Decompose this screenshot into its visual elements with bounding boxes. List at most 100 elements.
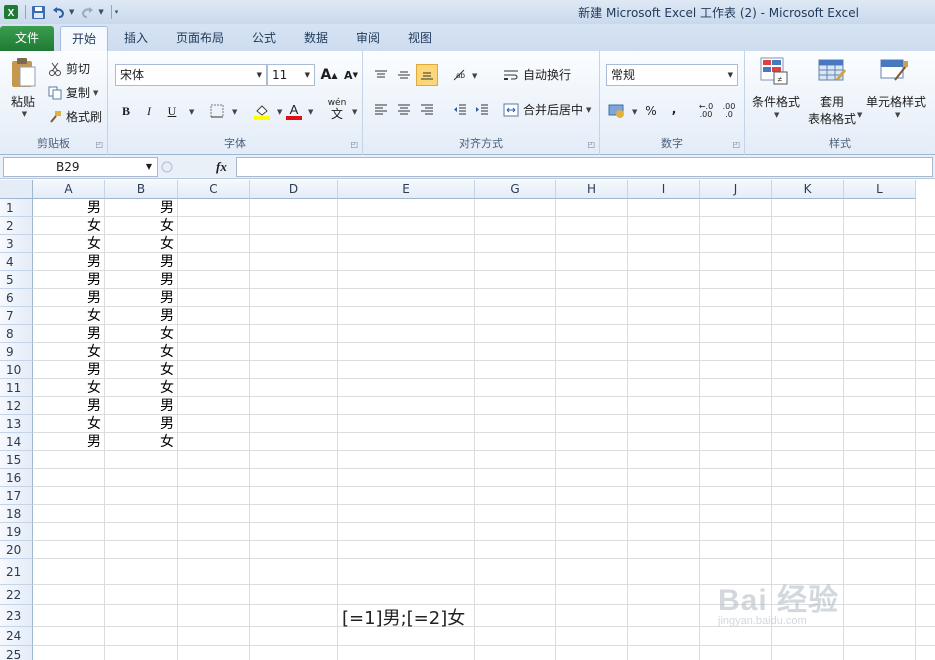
row-header-10[interactable]: 10 — [0, 361, 33, 379]
name-box[interactable]: B29 ▼ — [3, 157, 158, 177]
formula-input[interactable] — [236, 157, 933, 177]
comma-button[interactable]: , — [663, 98, 685, 120]
accounting-format-button[interactable] — [606, 100, 628, 122]
tab-formulas[interactable]: 公式 — [242, 26, 286, 51]
row-header-7[interactable]: 7 — [0, 307, 33, 325]
cell-b7[interactable]: 男 — [105, 307, 177, 325]
cell-a13[interactable]: 女 — [33, 415, 104, 433]
cell-b12[interactable]: 男 — [105, 397, 177, 415]
tab-review[interactable]: 审阅 — [346, 26, 390, 51]
font-name-dropdown-icon[interactable]: ▼ — [257, 65, 262, 85]
row-header-2[interactable]: 2 — [0, 217, 33, 235]
row-header-1[interactable]: 1 — [0, 199, 33, 217]
cell-a4[interactable]: 男 — [33, 253, 104, 271]
cell-b11[interactable]: 女 — [105, 379, 177, 397]
merge-center-button[interactable]: 合并后居中 ▼ — [503, 101, 591, 118]
excel-logo-icon[interactable]: X — [2, 3, 20, 21]
cell-b9[interactable]: 女 — [105, 343, 177, 361]
row-header-14[interactable]: 14 — [0, 433, 33, 451]
cell-a12[interactable]: 男 — [33, 397, 104, 415]
column-header-k[interactable]: K — [772, 180, 844, 199]
percent-button[interactable]: % — [640, 100, 662, 122]
name-box-dropdown-icon[interactable]: ▼ — [146, 158, 152, 176]
tab-view[interactable]: 视图 — [398, 26, 442, 51]
cell-b5[interactable]: 男 — [105, 271, 177, 289]
number-format-combo[interactable]: 常规 ▼ — [606, 64, 738, 86]
underline-dropdown-icon[interactable]: ▼ — [189, 108, 194, 116]
worksheet-grid[interactable]: A B C D E G H I J K L 1 2 3 4 5 6 7 8 9 10 11 12 13 14 15 16 17 18 19… — [0, 180, 935, 660]
column-header-e[interactable]: E — [338, 180, 475, 199]
accounting-dropdown-icon[interactable]: ▼ — [632, 108, 637, 116]
cell-b14[interactable]: 女 — [105, 433, 177, 451]
font-name-combo[interactable]: 宋体 ▼ — [115, 64, 267, 86]
cell-a6[interactable]: 男 — [33, 289, 104, 307]
tab-data[interactable]: 数据 — [294, 26, 338, 51]
merge-center-dropdown-icon[interactable]: ▼ — [586, 106, 591, 114]
customize-qat-icon[interactable]: ▾ — [115, 8, 119, 16]
row-header-4[interactable]: 4 — [0, 253, 33, 271]
table-format-line1[interactable]: 套用 — [805, 93, 859, 110]
font-size-combo[interactable]: 11 ▼ — [267, 64, 315, 86]
table-format-icon[interactable] — [817, 56, 847, 89]
phonetic-dropdown-icon[interactable]: ▼ — [352, 108, 357, 116]
cell-a9[interactable]: 女 — [33, 343, 104, 361]
row-header-17[interactable]: 17 — [0, 487, 33, 505]
phonetic-button[interactable]: wén 文 — [326, 98, 348, 120]
cell-b2[interactable]: 女 — [105, 217, 177, 235]
insert-function-button[interactable]: fx — [216, 159, 227, 175]
row-header-19[interactable]: 19 — [0, 523, 33, 541]
row-header-5[interactable]: 5 — [0, 271, 33, 289]
cell-b4[interactable]: 男 — [105, 253, 177, 271]
row-header-24[interactable]: 24 — [0, 627, 33, 646]
row-header-18[interactable]: 18 — [0, 505, 33, 523]
cell-b10[interactable]: 女 — [105, 361, 177, 379]
row-header-3[interactable]: 3 — [0, 235, 33, 253]
font-size-dropdown-icon[interactable]: ▼ — [305, 65, 310, 85]
tab-page-layout[interactable]: 页面布局 — [166, 26, 234, 51]
cell-b13[interactable]: 男 — [105, 415, 177, 433]
copy-button[interactable]: 复制 ▼ — [48, 84, 98, 101]
row-header-8[interactable]: 8 — [0, 325, 33, 343]
row-header-20[interactable]: 20 — [0, 541, 33, 559]
fill-color-dropdown-icon[interactable]: ▼ — [277, 108, 282, 116]
table-format-button[interactable]: 表格格式 — [801, 110, 863, 127]
orientation-button[interactable]: ab — [449, 64, 471, 86]
row-header-21[interactable]: 21 — [0, 559, 33, 585]
column-header-c[interactable]: C — [178, 180, 250, 199]
tab-file[interactable]: 文件 — [0, 26, 54, 51]
alignment-launcher-icon[interactable]: ◰ — [587, 140, 595, 149]
clipboard-launcher-icon[interactable]: ◰ — [95, 140, 103, 149]
cell-a5[interactable]: 男 — [33, 271, 104, 289]
align-left-button[interactable] — [370, 98, 392, 120]
undo-icon[interactable] — [49, 3, 67, 21]
fill-color-button[interactable] — [251, 100, 273, 122]
number-launcher-icon[interactable]: ◰ — [732, 140, 740, 149]
italic-button[interactable]: I — [138, 100, 160, 122]
row-header-9[interactable]: 9 — [0, 343, 33, 361]
increase-indent-button[interactable] — [471, 98, 493, 120]
column-header-g[interactable]: G — [475, 180, 556, 199]
copy-dropdown-icon[interactable]: ▼ — [93, 89, 98, 97]
font-color-button[interactable]: A — [283, 100, 305, 122]
conditional-format-dropdown-icon[interactable]: ▼ — [774, 111, 779, 119]
tab-insert[interactable]: 插入 — [114, 26, 158, 51]
cut-button[interactable]: 剪切 — [48, 60, 90, 77]
column-header-b[interactable]: B — [105, 180, 178, 199]
table-format-dropdown-icon[interactable]: ▼ — [857, 111, 862, 119]
paste-button[interactable]: 粘贴 ▼ — [6, 57, 40, 118]
cell-b1[interactable]: 男 — [105, 199, 177, 217]
row-header-11[interactable]: 11 — [0, 379, 33, 397]
column-header-h[interactable]: H — [556, 180, 628, 199]
bold-button[interactable]: B — [115, 100, 137, 122]
row-header-25[interactable]: 25 — [0, 646, 33, 660]
row-header-12[interactable]: 12 — [0, 397, 33, 415]
number-format-dropdown-icon[interactable]: ▼ — [728, 65, 733, 85]
column-header-l[interactable]: L — [844, 180, 916, 199]
cell-a7[interactable]: 女 — [33, 307, 104, 325]
increase-decimal-button[interactable]: ←.0 .00 — [695, 100, 717, 122]
shrink-font-button[interactable]: A ▼ — [340, 64, 362, 86]
save-icon[interactable] — [29, 3, 47, 21]
borders-button[interactable] — [206, 100, 228, 122]
column-header-i[interactable]: I — [628, 180, 700, 199]
font-launcher-icon[interactable]: ◰ — [350, 140, 358, 149]
